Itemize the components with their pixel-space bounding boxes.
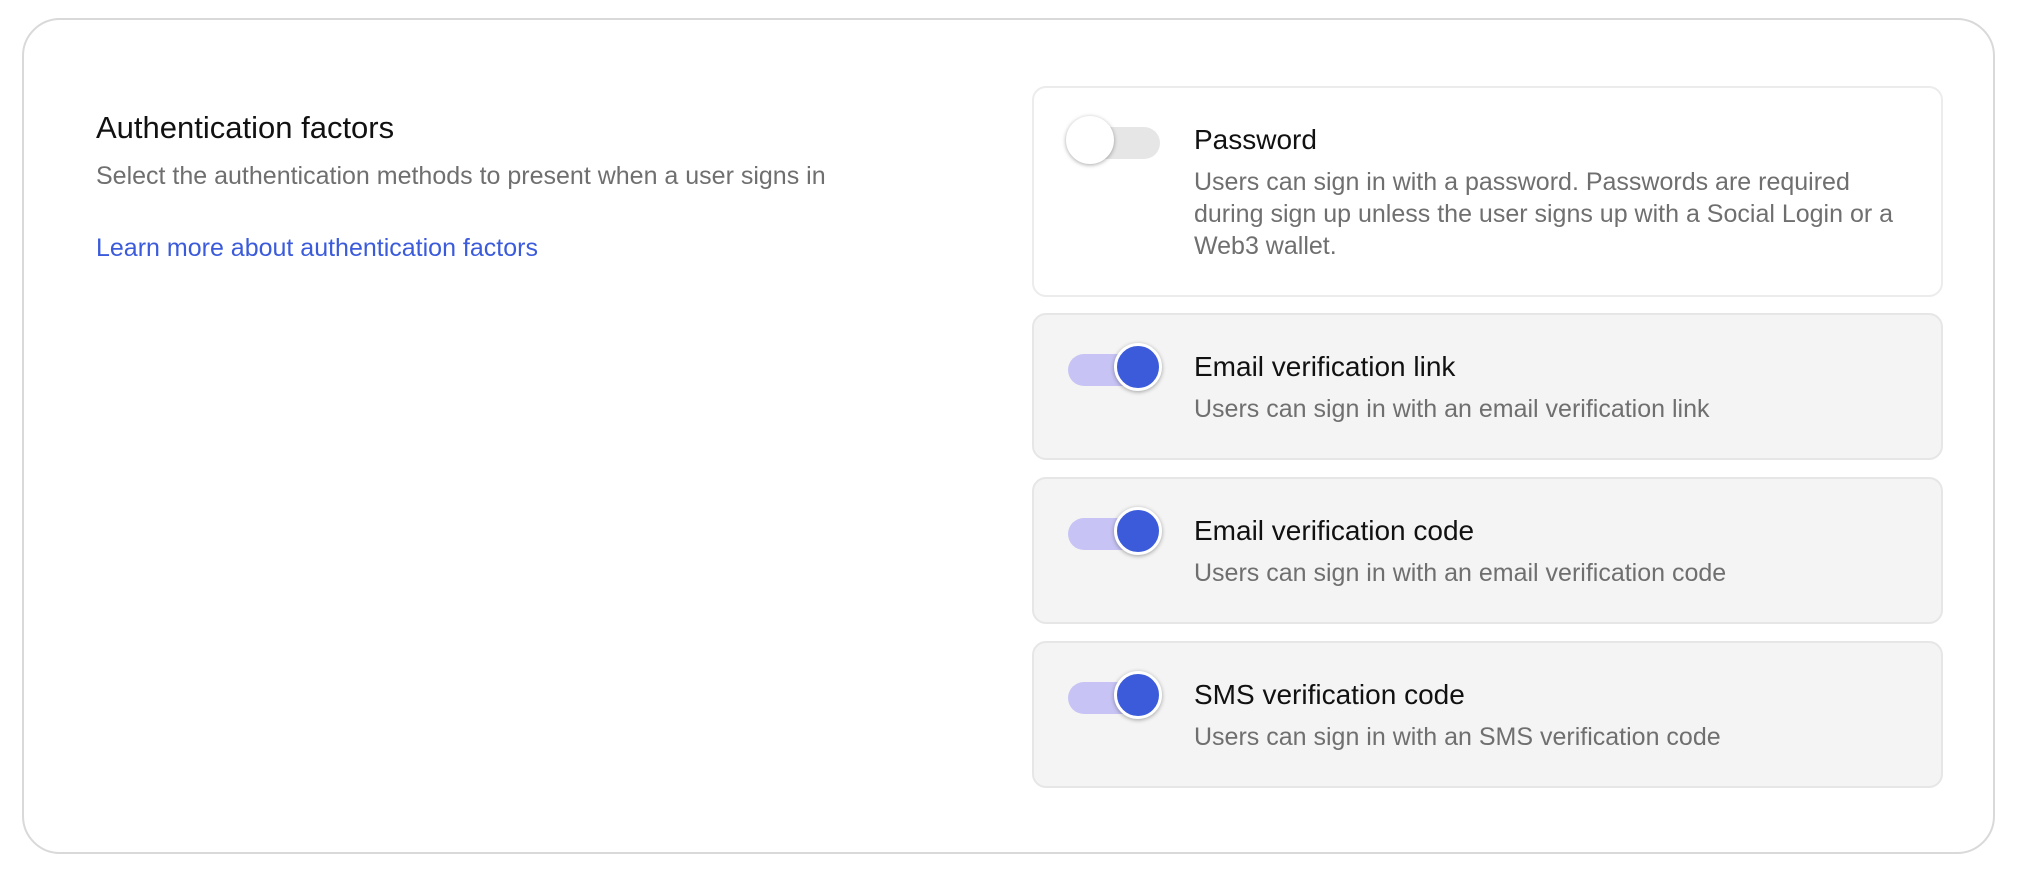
factor-text: Email verification link Users can sign i…: [1194, 349, 1901, 425]
factor-password: Password Users can sign in with a passwo…: [1032, 86, 1943, 297]
toggle-knob: [1114, 507, 1162, 555]
factor-email-verification-link: Email verification link Users can sign i…: [1032, 313, 1943, 460]
factor-title: Email verification link: [1194, 351, 1456, 382]
factor-description: Users can sign in with an email verifica…: [1194, 395, 1710, 423]
factor-text: Email verification code Users can sign i…: [1194, 513, 1901, 589]
factor-text: Password Users can sign in with a passwo…: [1194, 122, 1901, 262]
email-link-toggle[interactable]: [1066, 343, 1162, 391]
toggle-knob: [1114, 671, 1162, 719]
factor-sms-verification-code: SMS verification code Users can sign in …: [1032, 641, 1943, 788]
factor-title: SMS verification code: [1194, 679, 1465, 710]
sms-code-toggle[interactable]: [1066, 671, 1162, 719]
email-code-toggle[interactable]: [1066, 507, 1162, 555]
factor-email-verification-code: Email verification code Users can sign i…: [1032, 477, 1943, 624]
learn-more-link[interactable]: Learn more about authentication factors: [96, 232, 538, 264]
factor-title: Password: [1194, 124, 1317, 155]
factor-title: Email verification code: [1194, 515, 1475, 546]
factor-description: Users can sign in with a password. Passw…: [1194, 168, 1894, 260]
factor-description: Users can sign in with an email verifica…: [1194, 559, 1727, 587]
factor-description: Users can sign in with an SMS verificati…: [1194, 723, 1721, 751]
section-header: Authentication factors Select the authen…: [96, 108, 996, 264]
toggle-knob: [1066, 116, 1114, 164]
section-subtitle: Select the authentication methods to pre…: [96, 162, 826, 190]
toggle-knob: [1114, 343, 1162, 391]
password-toggle[interactable]: [1066, 116, 1162, 164]
section-title: Authentication factors: [96, 110, 395, 145]
factor-text: SMS verification code Users can sign in …: [1194, 677, 1901, 753]
